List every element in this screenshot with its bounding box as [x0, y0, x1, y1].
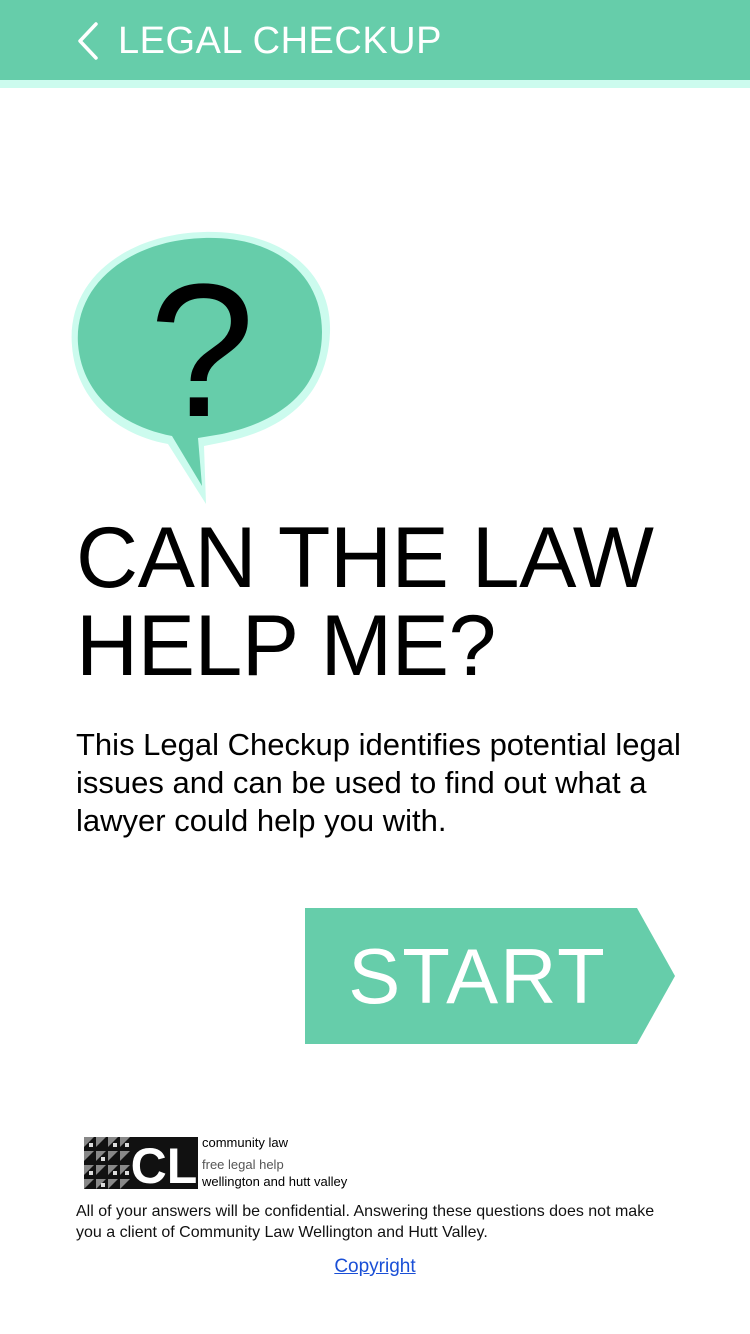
cl-logo-mark: CL	[84, 1137, 198, 1189]
copyright-link[interactable]: Copyright	[334, 1256, 415, 1277]
page-title: LEGAL CHECKUP	[118, 20, 442, 62]
logo-name: community law	[202, 1135, 288, 1150]
logo-mark-text: CL	[131, 1138, 198, 1189]
start-button-label: START	[348, 932, 607, 1020]
start-button[interactable]: START	[305, 908, 675, 1044]
hero-heading-line-1: CAN THE LAW	[76, 510, 654, 606]
header-accent-strip	[0, 80, 750, 88]
question-mark-glyph: ?	[149, 245, 255, 457]
logo-region: wellington and hutt valley	[202, 1174, 348, 1189]
community-law-logo: CL community law free legal help welling…	[84, 1135, 384, 1191]
confidentiality-disclaimer: All of your answers will be confidential…	[76, 1203, 655, 1241]
hero-heading-line-2: HELP ME?	[76, 598, 496, 694]
hero-heading: CAN THE LAW HELP ME?	[76, 514, 726, 690]
back-button[interactable]	[72, 20, 106, 62]
top-app-bar: LEGAL CHECKUP	[0, 0, 750, 80]
copyright-row: Copyright	[0, 1255, 750, 1279]
chevron-left-icon	[78, 22, 98, 60]
question-speech-bubble-icon: ?	[64, 228, 334, 508]
hero-description: This Legal Checkup identifies potential …	[76, 727, 681, 838]
logo-tagline: free legal help	[202, 1157, 284, 1172]
